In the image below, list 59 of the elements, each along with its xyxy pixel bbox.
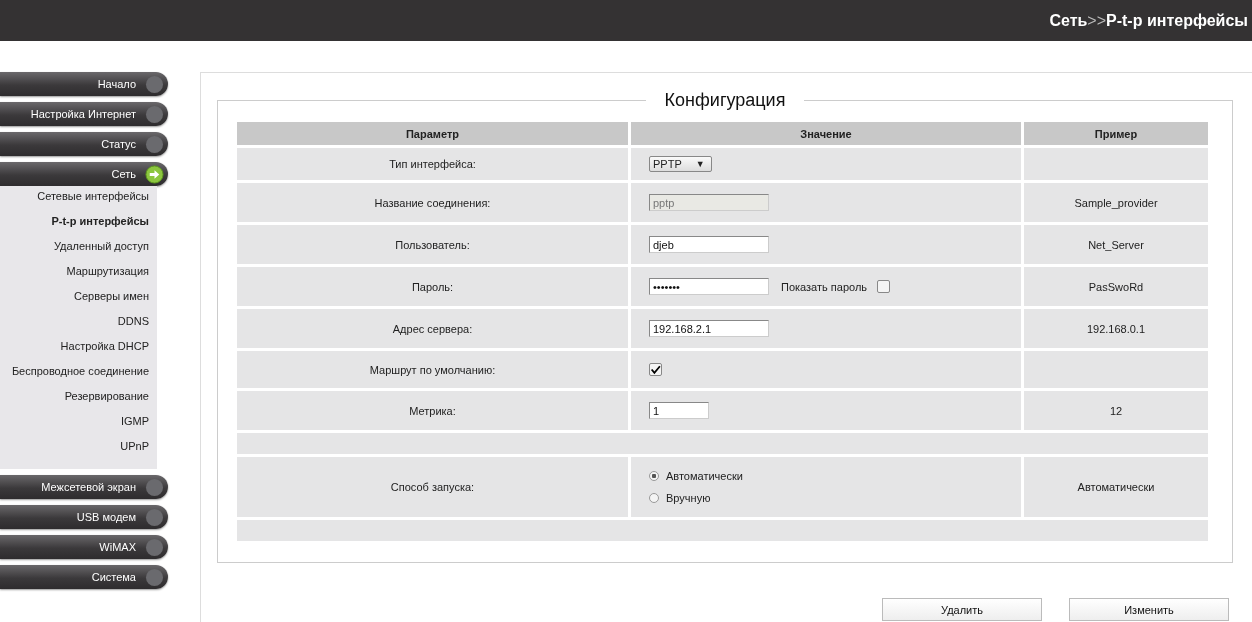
submenu-item[interactable]: DDNS — [0, 313, 157, 338]
checkbox[interactable] — [649, 363, 662, 377]
change-button[interactable]: Изменить — [1069, 598, 1229, 621]
submenu-item[interactable]: UPnP — [0, 438, 157, 463]
table-cell: Пользователь: — [237, 225, 628, 264]
table-cell: Sample_provider — [1024, 183, 1208, 222]
submenu-item[interactable]: Резервирование — [0, 388, 157, 413]
input-field[interactable]: djeb — [649, 236, 769, 253]
circle-icon — [145, 134, 164, 154]
submenu-item[interactable]: Настройка DHCP — [0, 338, 157, 363]
delete-button[interactable]: Удалить — [882, 598, 1042, 621]
submenu-item[interactable]: P-t-p интерфейсы — [0, 213, 157, 238]
submenu-item[interactable]: Беспроводное соединение — [0, 363, 157, 388]
table-cell: Способ запуска: — [237, 457, 628, 517]
menu-button[interactable]: USB модем — [0, 505, 168, 529]
checkbox-label: Показать пароль — [781, 280, 868, 293]
table-cell: 192.168.0.1 — [1024, 309, 1208, 348]
menu-button[interactable]: Настройка Интернет — [0, 102, 168, 126]
table-cell: Автоматически — [1024, 457, 1208, 517]
circle-icon — [145, 104, 164, 124]
circle-icon — [145, 507, 164, 527]
submenu-item[interactable]: Сетевые интерфейсы — [0, 188, 157, 213]
section-title: Конфигурация — [646, 90, 804, 111]
circle-icon — [145, 477, 164, 497]
submenu-item[interactable]: IGMP — [0, 413, 157, 438]
column-header: Пример — [1024, 122, 1208, 145]
radio-label: Вручную — [666, 492, 711, 504]
menu-button[interactable]: WiMAX — [0, 535, 168, 559]
circle-icon — [145, 567, 164, 587]
table-cell: Метрика: — [237, 391, 628, 430]
radio-button[interactable] — [649, 493, 659, 503]
table-cell: Net_Server — [1024, 225, 1208, 264]
table-cell: Маршрут по умолчанию: — [237, 351, 628, 388]
table-cell: Тип интерфейса: — [237, 148, 628, 180]
table-cell: Пароль: — [237, 267, 628, 306]
radio-label: Автоматически — [666, 470, 743, 482]
menu-button[interactable]: Межсетевой экран — [0, 475, 168, 499]
circle-icon — [145, 74, 164, 94]
menu-button[interactable]: Система — [0, 565, 168, 589]
table-cell: PasSwoRd — [1024, 267, 1208, 306]
password-field[interactable]: ••••••• — [649, 278, 769, 295]
table-cell: Адрес сервера: — [237, 309, 628, 348]
input-field[interactable]: 192.168.2.1 — [649, 320, 769, 337]
input-field[interactable]: 1 — [649, 402, 709, 419]
column-header: Значение — [631, 122, 1021, 145]
submenu-item[interactable]: Удаленный доступ — [0, 238, 157, 263]
submenu-item[interactable]: Маршрутизация — [0, 263, 157, 288]
column-header: Параметр — [237, 122, 628, 145]
table-cell: Название соединения: — [237, 183, 628, 222]
breadcrumb: Сеть>>P-t-p интерфейсы — [1049, 11, 1248, 30]
interface-type-select[interactable]: PPTP ▼ — [649, 156, 712, 172]
radio-button[interactable] — [649, 471, 659, 481]
menu-button[interactable]: Начало — [0, 72, 168, 96]
menu-button[interactable]: Статус — [0, 132, 168, 156]
menu-button[interactable]: Сеть — [0, 162, 168, 186]
circle-icon — [145, 537, 164, 557]
table-cell: 12 — [1024, 391, 1208, 430]
submenu-item[interactable]: Серверы имен — [0, 288, 157, 313]
checkbox[interactable] — [877, 280, 891, 293]
